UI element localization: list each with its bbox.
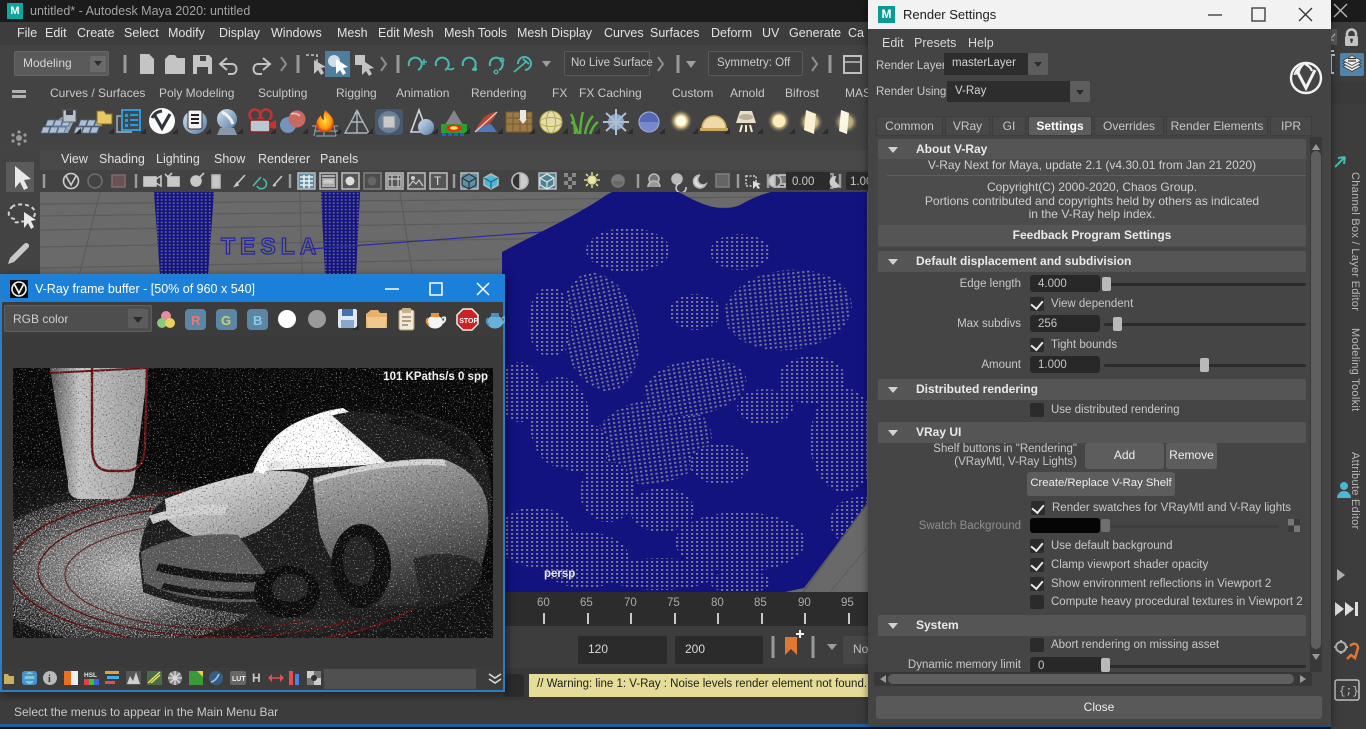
svg-text:persp: persp [544,568,575,580]
svg-text:T: T [434,174,442,188]
svg-text:B: B [253,313,262,328]
svg-text:LUT: LUT [232,676,246,683]
svg-text:STOP: STOP [459,318,478,325]
svg-text:0.00: 0.00 [792,176,814,188]
svg-text:R: R [191,313,201,328]
svg-text:i: i [48,674,51,685]
svg-text:HSL: HSL [84,672,97,679]
svg-text:TESLA: TESLA [221,233,321,259]
svg-text:H: H [252,671,261,685]
svg-text:{;}: {;} [1339,686,1359,698]
svg-text:1.00: 1.00 [850,176,868,188]
svg-text:G: G [221,313,231,328]
